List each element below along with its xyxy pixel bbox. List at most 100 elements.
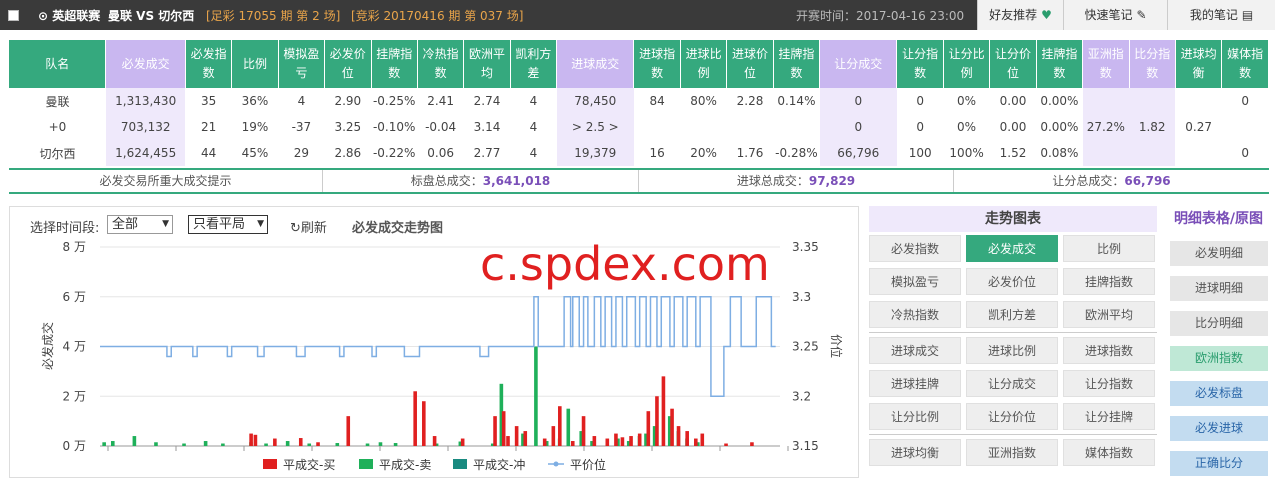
column-header: 队名 — [9, 40, 107, 88]
detail-link-button[interactable]: 必发进球 — [1170, 416, 1268, 441]
detail-link-button[interactable]: 必发明细 — [1170, 241, 1268, 266]
left-tick-label: 8 万 — [63, 240, 86, 254]
bar-sell — [264, 443, 268, 446]
legend-swatch — [453, 459, 467, 469]
table-cell: 19% — [241, 120, 269, 134]
trend-chart-button[interactable]: 进球成交 — [869, 337, 961, 364]
friend-recommend-button[interactable]: 好友推荐 ♥ — [977, 0, 1063, 30]
trend-chart-button[interactable]: 进球比例 — [966, 337, 1058, 364]
table-cell: -0.22% — [372, 146, 416, 160]
table-cell — [1175, 140, 1221, 166]
refresh-icon: ↻ — [290, 221, 301, 236]
legend-label: 平成交-冲 — [473, 457, 525, 472]
detail-panel: 明细表格/原图 必发明细 进球明细 比分明细 欧洲指数 必发标盘 必发进球 正确比分 — [1168, 206, 1269, 476]
bar-sell — [102, 442, 106, 446]
right-axis-label: 价位 — [829, 334, 844, 358]
trend-chart-button[interactable]: 让分指数 — [1063, 370, 1155, 397]
my-notes-button[interactable]: 我的笔记 ▤ — [1167, 0, 1275, 30]
right-tick-label: 3.25 — [792, 340, 819, 354]
trend-chart-button[interactable]: 必发指数 — [869, 235, 961, 262]
table-cell: 16 — [649, 146, 665, 160]
table-cell: 1.76 — [736, 146, 764, 160]
table-cell: 2.86 — [334, 146, 362, 160]
detail-link-button[interactable]: 正确比分 — [1170, 451, 1268, 476]
table-cell: -0.04 — [425, 120, 457, 134]
pan-total: 标盘总成交：3,641,018 — [410, 174, 551, 188]
bar-buy — [514, 426, 519, 446]
table-cell: 曼联 — [45, 94, 70, 109]
table-cell: 0.14% — [777, 94, 816, 108]
bar-buy — [570, 441, 575, 446]
trend-chart-button[interactable]: 亚洲指数 — [966, 439, 1058, 466]
table-cell: 19,379 — [556, 140, 634, 166]
bar-buy — [422, 401, 426, 446]
table-cell: > 2.5 > — [556, 114, 634, 140]
table-cell: 44 — [200, 146, 217, 160]
detail-link-button[interactable]: 比分明细 — [1170, 311, 1268, 336]
bar-sell — [365, 443, 370, 446]
table-cell: 0 — [819, 114, 897, 140]
legend-label: 平成交-卖 — [379, 457, 431, 472]
left-axis-label: 必发成交 — [40, 322, 55, 370]
trend-chart-button[interactable]: 欧洲平均 — [1063, 301, 1155, 328]
filter-select[interactable]: 只看平局 ▼ — [188, 215, 268, 234]
detail-link-button[interactable]: 欧洲指数 — [1170, 346, 1268, 371]
trend-chart-button[interactable]: 挂牌指数 — [1063, 268, 1155, 295]
quick-note-button[interactable]: 快速笔记 ✎ — [1063, 0, 1167, 30]
table-cell: 27.2% — [1082, 114, 1129, 140]
trend-chart-button[interactable]: 让分比例 — [869, 403, 961, 430]
match-header-bar: ⊙ 英超联赛 曼联 VS 切尔西 [足彩 17055 期 第 2 场] [竞彩 … — [0, 0, 1275, 30]
refresh-button[interactable]: ↻刷新 — [290, 217, 327, 236]
bar-buy — [629, 436, 633, 446]
trend-chart-button[interactable]: 进球指数 — [1063, 337, 1155, 364]
table-cell: 0.08% — [1040, 146, 1079, 160]
column-header: 比例 — [231, 40, 279, 88]
column-header: 欧洲平均 — [463, 40, 511, 88]
table-cell: 0.06 — [427, 146, 454, 160]
trend-chart-button[interactable]: 进球挂牌 — [869, 370, 961, 397]
trend-chart-button[interactable]: 冷热指数 — [869, 301, 961, 328]
detail-link-button[interactable]: 必发标盘 — [1170, 381, 1268, 406]
column-header: 亚洲指数 — [1082, 40, 1130, 88]
legend-swatch — [263, 459, 277, 469]
column-header: 必发价位 — [324, 40, 372, 88]
trend-panel-title: 走势图表 — [869, 206, 1157, 232]
trend-chart-button[interactable]: 让分价位 — [966, 403, 1058, 430]
trend-chart-button[interactable]: 凯利方差 — [966, 301, 1058, 328]
time-range-select[interactable]: 全部 ▼ — [107, 215, 173, 234]
trend-chart-button[interactable]: 让分挂牌 — [1063, 403, 1155, 430]
table-cell: 2.28 — [736, 94, 764, 108]
right-tick-label: 3.15 — [792, 439, 819, 453]
trend-chart-button[interactable]: 模拟盈亏 — [869, 268, 961, 295]
table-cell: 2.77 — [473, 146, 501, 160]
column-header: 挂牌指数 — [1036, 40, 1084, 88]
column-header: 让分指数 — [896, 40, 944, 88]
table-cell: 100 — [908, 146, 932, 160]
bar-buy — [501, 411, 506, 446]
table-cell: 0.00% — [1040, 120, 1079, 134]
table-cell: 21 — [200, 120, 217, 134]
table-row: 切尔西 1,624,455 44 45% 29 2.86 -0.22% 0.06 2.77 4 19… — [9, 140, 1269, 166]
bar-sell — [335, 443, 340, 446]
column-header: 挂牌指数 — [773, 40, 821, 88]
detail-link-button[interactable]: 进球明细 — [1170, 276, 1268, 301]
trend-chart-button[interactable]: 比例 — [1063, 235, 1155, 262]
table-cell: 0 — [1241, 146, 1249, 160]
column-header: 进球比例 — [680, 40, 728, 88]
trend-chart-button[interactable]: 媒体指数 — [1063, 439, 1155, 466]
table-cell: 切尔西 — [39, 146, 76, 161]
table-row: 曼联 1,313,430 35 36% 4 2.90 -0.25% 2.41 2.74 4 78,4… — [9, 88, 1269, 114]
column-header: 媒体指数 — [1221, 40, 1269, 88]
trend-chart-button[interactable]: 必发成交 — [966, 235, 1058, 262]
bar-buy — [432, 436, 437, 446]
select-checkbox[interactable] — [8, 10, 19, 21]
table-cell — [634, 114, 680, 140]
bar-sell — [203, 441, 208, 446]
column-header: 让分比例 — [943, 40, 991, 88]
trend-chart-button[interactable]: 让分成交 — [966, 370, 1058, 397]
table-cell: 1,313,430 — [105, 88, 186, 114]
bar-sell — [393, 443, 398, 446]
trend-chart-button[interactable]: 进球均衡 — [869, 439, 961, 466]
trend-chart-button[interactable]: 必发价位 — [966, 268, 1058, 295]
chevron-down-icon: ▼ — [162, 219, 169, 229]
